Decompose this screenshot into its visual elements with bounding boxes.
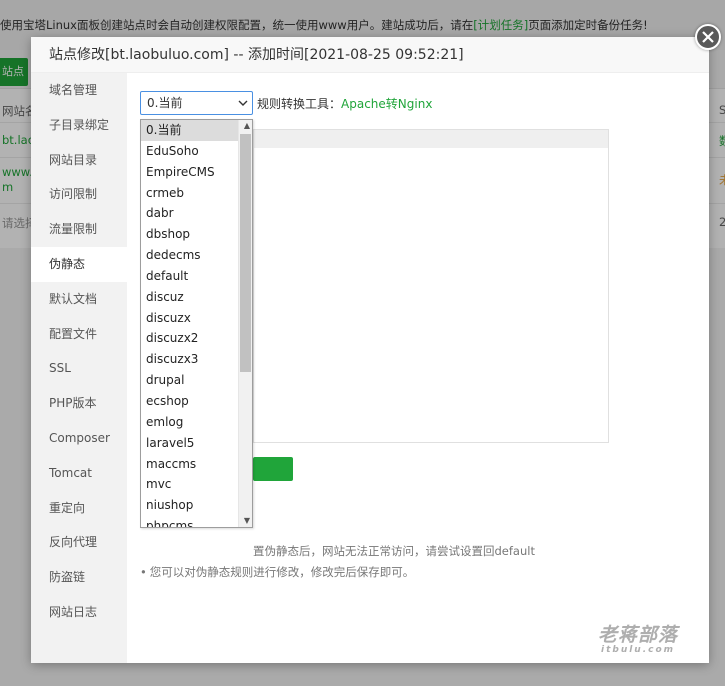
rewrite-rules-editor[interactable] [253,129,609,443]
sidebar-item[interactable]: 访问限制 [31,177,127,212]
dropdown-option[interactable]: dedecms [141,245,239,266]
scroll-down-icon[interactable]: ▼ [244,516,250,525]
dropdown-options: 0.当前 EduSoho EmpireCMS crmeb dabr dbshop dedec… [141,120,252,527]
sidebar-item[interactable]: 域名管理 [31,73,127,108]
watermark-en: itbulu.com [600,645,676,655]
dropdown-option[interactable]: laravel5 [141,433,239,454]
sidebar-item[interactable]: 反向代理 [31,525,127,560]
apache-to-nginx-link[interactable]: Apache转Nginx [341,97,432,111]
close-icon[interactable] [695,24,721,50]
sidebar-item[interactable]: 伪静态 [31,246,127,282]
dropdown-option[interactable]: phpcms [141,516,239,527]
dropdown-option[interactable]: dbshop [141,224,239,245]
sidebar-item[interactable]: 子目录绑定 [31,108,127,143]
rewrite-template-selected: 0.当前 [147,96,183,110]
scrollbar-thumb[interactable] [240,134,251,372]
sidebar-item[interactable]: Tomcat [31,456,127,491]
sidebar-item[interactable]: SSL [31,351,127,386]
tip-edit-rules: • 您可以对伪静态规则进行修改，修改完后保存即可。 [140,564,414,580]
dropdown-option[interactable]: default [141,266,239,287]
sidebar-item[interactable]: 默认文档 [31,282,127,317]
save-button[interactable] [253,457,293,481]
rewrite-template-dropdown[interactable]: 0.当前 EduSoho EmpireCMS crmeb dabr dbshop dedec… [140,119,253,528]
sidebar-item[interactable]: 网站目录 [31,143,127,178]
dropdown-scrollbar[interactable]: ▲ ▼ [238,120,252,527]
dropdown-option[interactable]: ecshop [141,391,239,412]
dropdown-option[interactable]: EduSoho [141,141,239,162]
rewrite-template-select[interactable]: 0.当前 [140,91,253,115]
tip-text: 置伪静态后，网站无法正常访问，请尝试设置回default [253,544,535,558]
dropdown-option[interactable]: 0.当前 [141,120,239,141]
sidebar-item[interactable]: 防盗链 [31,560,127,595]
tip-text: 您可以对伪静态规则进行修改，修改完后保存即可。 [149,565,415,579]
watermark-cn: 老蒋部落 [598,624,679,646]
scroll-up-icon[interactable]: ▲ [244,121,250,130]
rule-converter: 规则转换工具：Apache转Nginx [257,95,432,112]
dropdown-option[interactable]: emlog [141,412,239,433]
dropdown-option[interactable]: discuz [141,287,239,308]
modal-title: 站点修改[bt.laobuluo.com] -- 添加时间[2021-08-25… [31,37,709,73]
site-edit-modal: 站点修改[bt.laobuluo.com] -- 添加时间[2021-08-25… [31,37,709,663]
dropdown-option[interactable]: mvc [141,474,239,495]
modal-sidebar: 域名管理 子目录绑定 网站目录 访问限制 流量限制 伪静态 默认文档 配置文件 SSL PHP版本… [31,73,127,663]
rule-converter-label: 规则转换工具： [257,97,342,111]
dropdown-option[interactable]: dabr [141,203,239,224]
dropdown-option[interactable]: EmpireCMS [141,162,239,183]
tip-reset-default: 置伪静态后，网站无法正常访问，请尝试设置回default [253,543,535,559]
editor-active-line [254,130,608,148]
sidebar-item[interactable]: 流量限制 [31,212,127,247]
dropdown-option[interactable]: crmeb [141,183,239,204]
dropdown-option[interactable]: niushop [141,495,239,516]
bullet-icon: • [140,565,147,579]
sidebar-item[interactable]: 网站日志 [31,595,127,630]
dropdown-option[interactable]: discuzx2 [141,328,239,349]
sidebar-item[interactable]: 重定向 [31,491,127,526]
dropdown-option[interactable]: maccms [141,454,239,475]
sidebar-item[interactable]: PHP版本 [31,386,127,421]
dropdown-option[interactable]: discuzx3 [141,349,239,370]
dropdown-option[interactable]: discuzx [141,308,239,329]
dropdown-option[interactable]: drupal [141,370,239,391]
sidebar-item[interactable]: Composer [31,421,127,456]
watermark-logo: 老蒋部落 itbulu.com [598,620,678,655]
sidebar-item[interactable]: 配置文件 [31,317,127,352]
